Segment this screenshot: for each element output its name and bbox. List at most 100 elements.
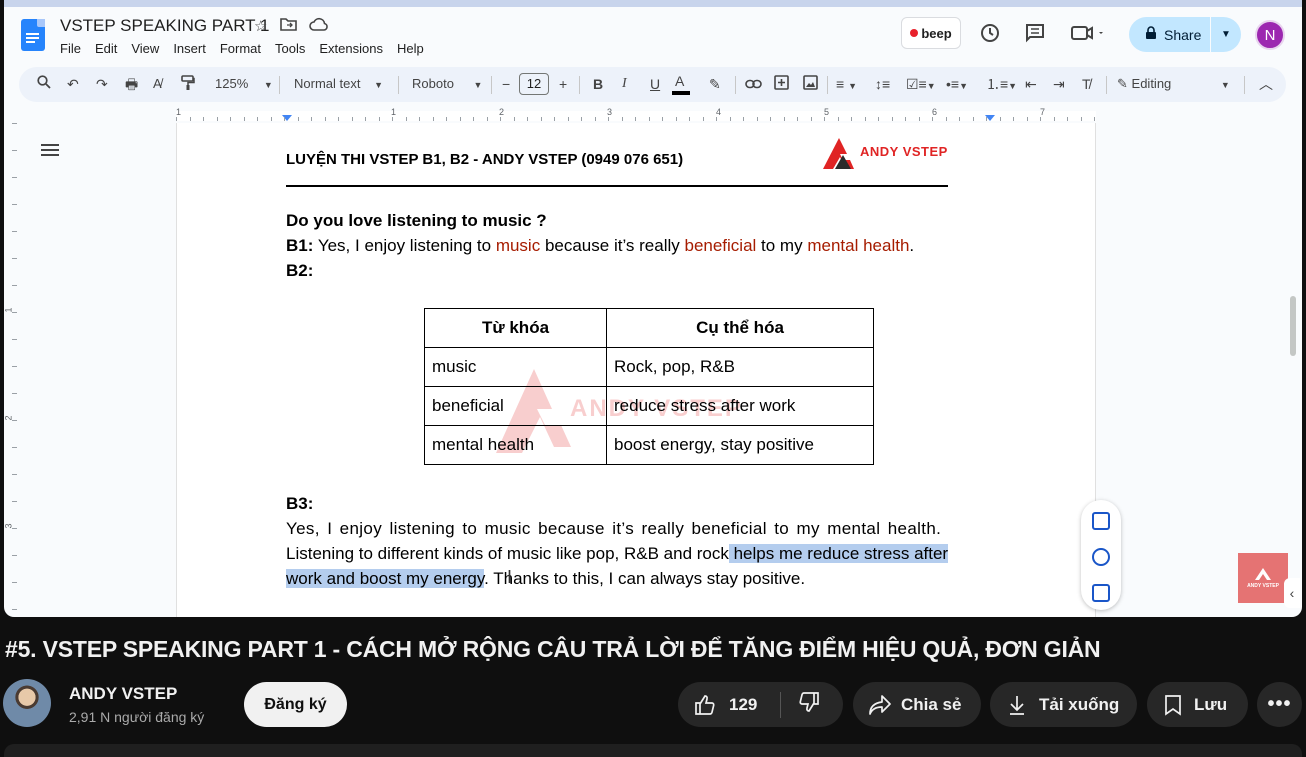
subscribe-button[interactable]: Đăng ký: [244, 682, 347, 727]
style-select[interactable]: Normal text ▼: [294, 75, 383, 94]
save-button[interactable]: Lưu: [1147, 682, 1248, 727]
horizontal-ruler[interactable]: 1 1 2 3 4 5 6 7: [176, 107, 1096, 123]
ruler-tick: [864, 117, 866, 121]
document-page[interactable]: LUYỆN THI VSTEP B1, B2 - ANDY VSTEP (094…: [176, 123, 1096, 617]
ruler-number: 2: [499, 107, 505, 117]
share-button[interactable]: Share ▼: [1129, 17, 1241, 52]
ruler-number: 1: [391, 107, 397, 117]
b3-line-3: work and boost my energy. Thanks to this…: [286, 566, 805, 591]
ruler-number: 5: [824, 107, 830, 117]
divider: [491, 76, 492, 94]
print-icon[interactable]: 🖶: [125, 75, 138, 93]
increase-font-size-icon[interactable]: +: [559, 75, 567, 93]
bold-icon[interactable]: B: [593, 75, 603, 93]
ruler-tick: [837, 117, 839, 121]
move-folder-icon[interactable]: [280, 17, 297, 35]
ruler-tick: [243, 117, 245, 121]
redo-icon[interactable]: ↷: [96, 75, 108, 93]
video-title: #5. VSTEP SPEAKING PART 1 - CÁCH MỞ RỘNG…: [5, 636, 1101, 662]
clear-formatting-icon[interactable]: T̸: [1082, 75, 1091, 93]
share-dropdown-icon[interactable]: ▼: [1211, 29, 1241, 40]
menu-view[interactable]: View: [131, 41, 159, 56]
selected-text[interactable]: helps me reduce stress after: [728, 544, 949, 563]
increase-indent-icon[interactable]: ⇥: [1053, 75, 1065, 93]
table-row: beneficial reduce stress after work: [424, 386, 874, 426]
video-frame[interactable]: VSTEP SPEAKING PART 1 ☆ File Edit View I…: [4, 0, 1302, 617]
menu-format[interactable]: Format: [220, 41, 261, 56]
table-cell: Rock, pop, R&B: [606, 347, 874, 387]
spellcheck-icon[interactable]: A̸: [153, 75, 162, 93]
checklist-icon[interactable]: ☑≡▼: [906, 75, 936, 95]
beep-button[interactable]: beep: [901, 17, 961, 49]
font-size-input[interactable]: 12: [519, 73, 549, 95]
more-actions-button[interactable]: •••: [1257, 682, 1302, 727]
comments-icon[interactable]: [1024, 22, 1046, 50]
decrease-indent-icon[interactable]: ⇤: [1025, 75, 1037, 93]
share-video-button[interactable]: Chia sẻ: [853, 682, 981, 727]
ruler-number: 6: [932, 107, 938, 117]
dislike-button[interactable]: [781, 690, 821, 719]
add-comment-icon[interactable]: [774, 75, 789, 94]
ruler-tick: [959, 117, 960, 121]
text-cursor-icon: I: [507, 567, 513, 587]
line-spacing-icon[interactable]: ↕≡: [875, 75, 890, 93]
decrease-font-size-icon[interactable]: −: [502, 75, 510, 93]
menu-extensions[interactable]: Extensions: [319, 41, 383, 56]
ruler-tick: [770, 117, 771, 121]
editing-mode-select[interactable]: ✎ Editing ▼: [1117, 75, 1230, 94]
like-dislike-group: 129: [678, 682, 843, 727]
channel-name[interactable]: ANDY VSTEP: [69, 684, 177, 704]
like-button[interactable]: 129: [678, 691, 781, 718]
scrollbar[interactable]: [1290, 296, 1296, 356]
menu-tools[interactable]: Tools: [275, 41, 305, 56]
font-select[interactable]: Roboto ▼: [412, 75, 482, 94]
chevron-down-icon: ▼: [374, 80, 384, 90]
insert-link-icon[interactable]: [745, 75, 762, 93]
insert-image-icon[interactable]: [803, 75, 818, 94]
emoji-reaction-icon[interactable]: [1092, 548, 1110, 566]
vertical-ruler: 1 2 3: [4, 123, 20, 617]
ruler-tick: [891, 117, 893, 121]
undo-icon[interactable]: ↶: [67, 75, 79, 93]
formatting-toolbar: ↶ ↷ 🖶 A̸ 125% ▼ Normal text ▼ Roboto ▼ −…: [19, 67, 1286, 102]
version-history-icon[interactable]: [979, 22, 1001, 50]
meet-camera-icon[interactable]: [1070, 22, 1104, 50]
side-panel-toggle-icon[interactable]: ‹: [1284, 578, 1300, 608]
ruler-tick: [783, 117, 785, 121]
table-row: music Rock, pop, R&B: [424, 347, 874, 387]
document-title[interactable]: VSTEP SPEAKING PART 1: [60, 16, 269, 36]
cloud-saved-icon[interactable]: [309, 17, 329, 35]
google-docs-logo-icon[interactable]: [21, 19, 45, 51]
chevron-down-icon: ▼: [848, 81, 857, 91]
collapse-toolbar-icon[interactable]: ︿: [1259, 75, 1273, 93]
suggest-edits-icon[interactable]: [1092, 584, 1110, 602]
menu-edit[interactable]: Edit: [95, 41, 117, 56]
channel-avatar[interactable]: [3, 679, 51, 727]
italic-icon[interactable]: I: [622, 75, 627, 93]
highlight-color-icon[interactable]: ✎: [709, 75, 721, 93]
star-icon[interactable]: ☆: [254, 17, 267, 35]
ruler-tick: [338, 117, 339, 121]
zoom-select[interactable]: 125% ▼: [215, 75, 273, 94]
numbered-list-icon[interactable]: ⒈≡▼: [986, 75, 1017, 95]
menu-help[interactable]: Help: [397, 41, 424, 56]
document-outline-icon[interactable]: [41, 144, 59, 158]
user-avatar[interactable]: N: [1255, 20, 1285, 50]
text-color-icon[interactable]: A: [671, 73, 691, 95]
search-menus-icon[interactable]: [37, 75, 51, 93]
menu-insert[interactable]: Insert: [173, 41, 206, 56]
question: Do you love listening to music ?: [286, 211, 547, 230]
download-button[interactable]: Tải xuống: [990, 682, 1137, 727]
ruler-tick: [176, 117, 177, 121]
share-arrow-icon: [869, 694, 891, 715]
paint-format-icon[interactable]: [181, 75, 195, 95]
align-icon[interactable]: ≡ ▼: [836, 75, 857, 95]
ruler-tick: [12, 123, 17, 124]
add-comment-icon[interactable]: [1092, 512, 1110, 530]
underline-icon[interactable]: U: [650, 75, 660, 93]
bulleted-list-icon[interactable]: •≡▼: [946, 75, 968, 95]
selected-text[interactable]: work and boost my energy: [286, 569, 485, 588]
ruler-tick: [12, 582, 17, 583]
menu-file[interactable]: File: [60, 41, 81, 56]
ruler-tick: [12, 447, 17, 448]
